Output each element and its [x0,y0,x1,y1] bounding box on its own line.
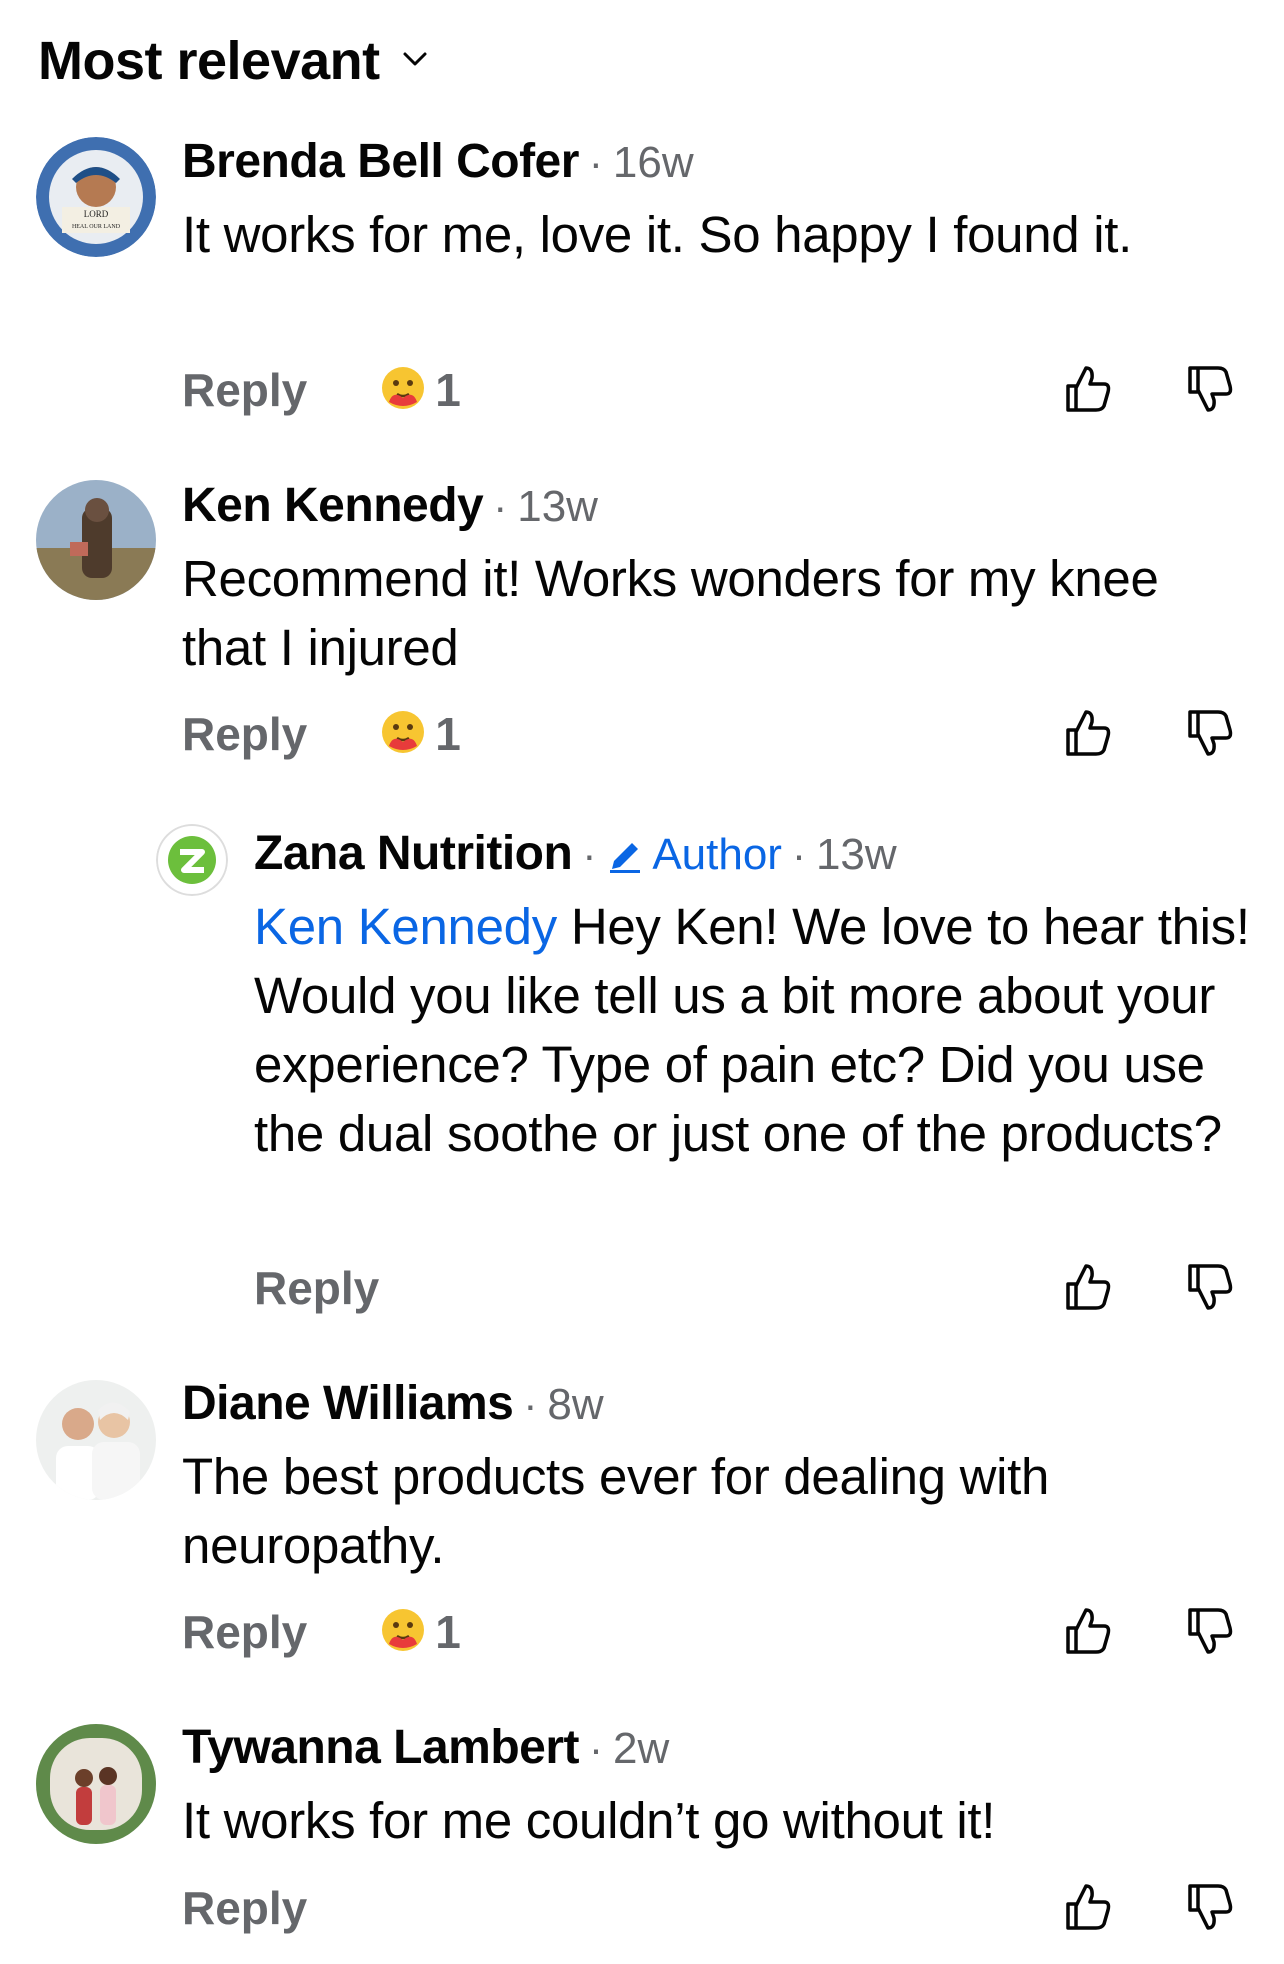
svg-text:LORD: LORD [84,209,109,219]
thumbs-up-icon [1066,366,1111,412]
author-label: Author [652,830,782,879]
reply-button[interactable]: Reply [182,1605,307,1659]
dislike-button[interactable] [1182,1604,1236,1658]
commenter-name[interactable]: Ken Kennedy [182,478,484,533]
thumbs-down-icon [1188,710,1233,756]
reply-button[interactable]: Reply [182,1881,307,1935]
comment-timestamp[interactable]: 13w [816,830,897,880]
hug-emoji-icon [379,708,427,761]
chevron-down-icon [402,50,428,73]
like-button[interactable] [1060,1880,1114,1934]
dislike-button[interactable] [1182,706,1236,760]
reaction-count: 1 [435,364,461,416]
sort-label: Most relevant [38,31,380,91]
comment-text: Ken Kennedy Hey Ken! We love to hear thi… [254,892,1254,1168]
hug-emoji-icon [379,364,427,417]
dislike-button[interactable] [1182,1880,1236,1934]
mention-link[interactable]: Ken Kennedy [254,898,557,955]
reply-button[interactable]: Reply [182,707,307,761]
thumbs-down-icon [1188,366,1233,412]
thumbs-up-icon [1066,1264,1111,1310]
reaction-summary[interactable]: 1 [379,1605,461,1659]
thumbs-down-icon [1188,1264,1233,1310]
separator-dot: · [589,1725,604,1772]
reply-button[interactable]: Reply [182,363,307,417]
commenter-name[interactable]: Diane Williams [182,1376,514,1431]
separator-dot: · [523,1381,538,1428]
like-button[interactable] [1060,1604,1114,1658]
thumbs-down-icon [1188,1608,1233,1654]
dislike-button[interactable] [1182,1260,1236,1314]
comment-text: Recommend it! Works wonders for my knee … [182,550,1159,676]
avatar[interactable] [156,824,228,896]
comment-timestamp[interactable]: 8w [547,1380,603,1430]
separator-dot: · [791,831,806,878]
dislike-button[interactable] [1182,362,1236,416]
comment-timestamp[interactable]: 2w [613,1724,669,1774]
avatar[interactable] [36,1380,156,1500]
separator-dot: · [493,483,508,530]
separator-dot: · [582,831,597,878]
reaction-summary[interactable]: 1 [379,363,461,417]
comment-timestamp[interactable]: 16w [613,138,694,188]
separator-dot: · [588,139,603,186]
commenter-name[interactable]: Brenda Bell Cofer [182,134,579,189]
comment-text: It works for me couldn’t go without it! [182,1792,996,1849]
like-button[interactable] [1060,362,1114,416]
thumbs-down-icon [1188,1884,1233,1930]
avatar[interactable] [36,1724,156,1844]
reaction-count: 1 [435,1606,461,1658]
pencil-icon [610,843,641,873]
comment-text: It works for me, love it. So happy I fou… [182,206,1132,263]
reply-button[interactable]: Reply [254,1261,379,1315]
sort-dropdown[interactable]: Most relevant [38,28,428,94]
avatar[interactable]: LORD HEAL OUR LAND [36,137,156,257]
like-button[interactable] [1060,706,1114,760]
reaction-count: 1 [435,708,461,760]
comment-text: The best products ever for dealing with … [182,1448,1050,1574]
avatar[interactable] [36,480,156,600]
reaction-summary[interactable]: 1 [379,707,461,761]
thumbs-up-icon [1066,710,1111,756]
thumbs-up-icon [1066,1608,1111,1654]
author-badge: Author [606,830,782,880]
svg-text:HEAL OUR LAND: HEAL OUR LAND [72,224,121,230]
commenter-name[interactable]: Zana Nutrition [254,826,573,881]
hug-emoji-icon [379,1606,427,1659]
comment-timestamp[interactable]: 13w [517,482,598,532]
commenter-name[interactable]: Tywanna Lambert [182,1720,580,1775]
thumbs-up-icon [1066,1884,1111,1930]
like-button[interactable] [1060,1260,1114,1314]
